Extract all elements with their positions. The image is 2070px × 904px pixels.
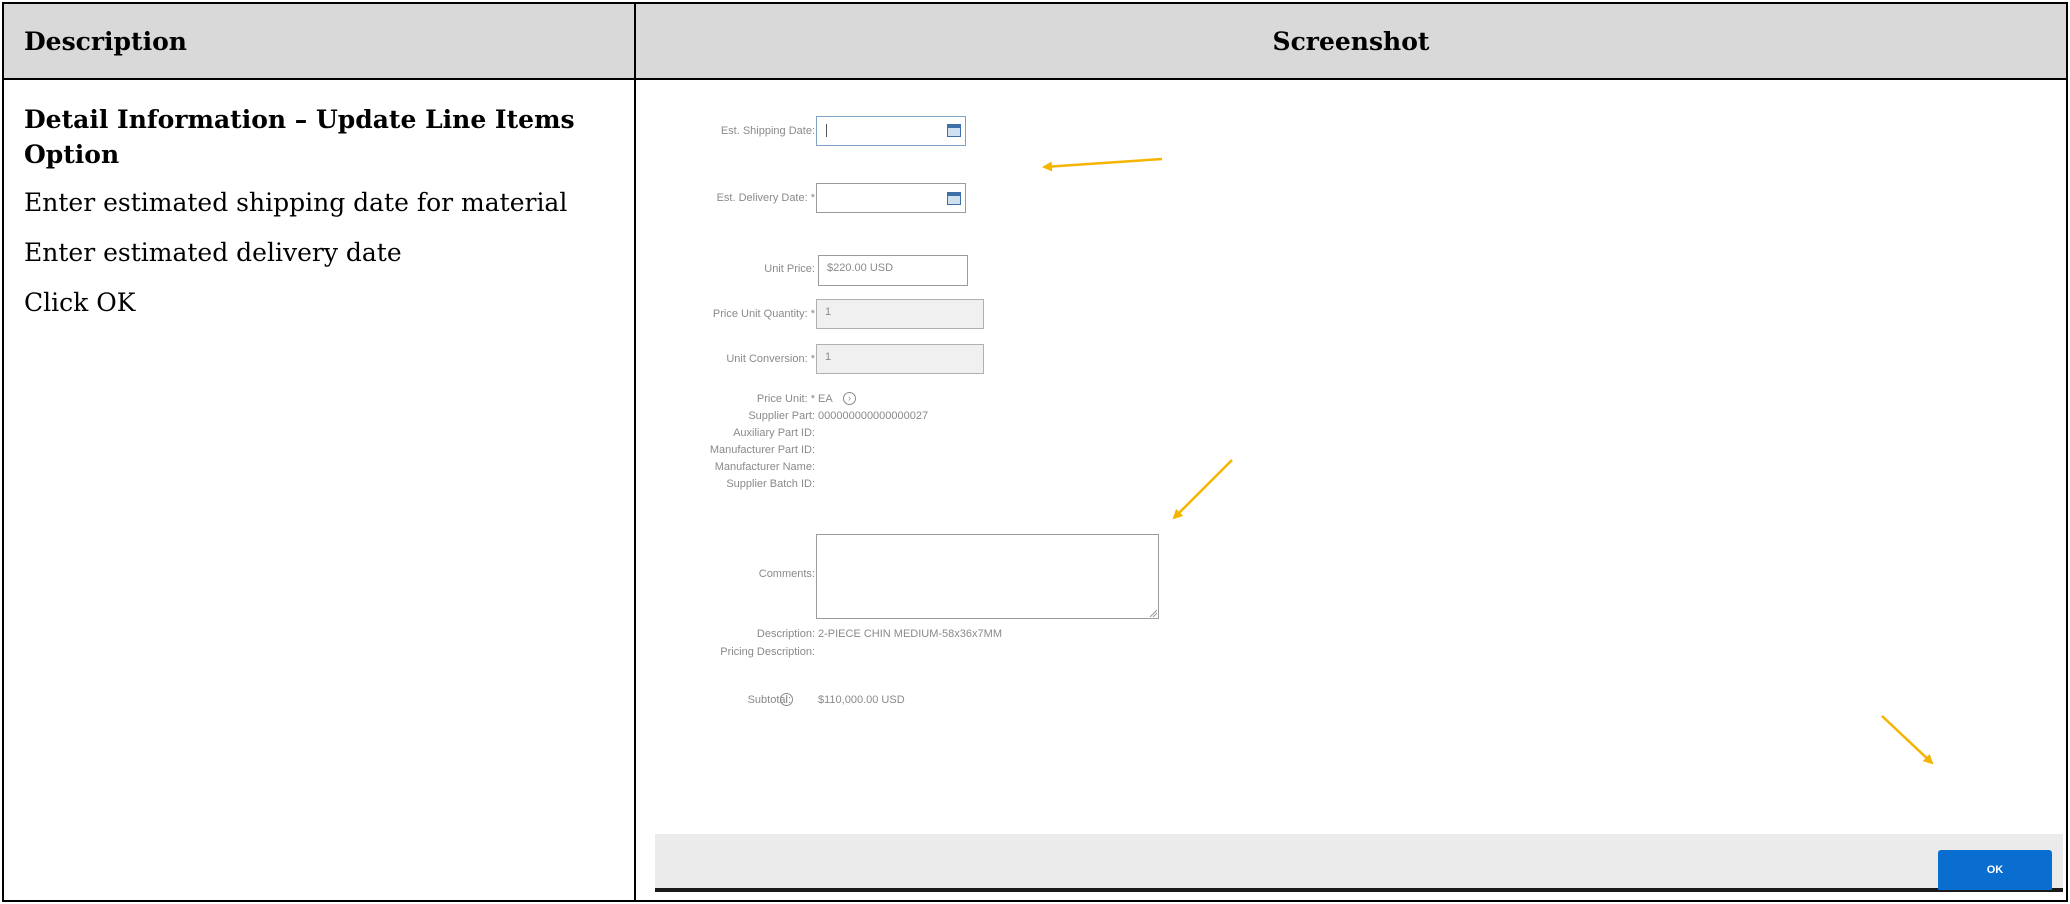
unit-conversion-label: Unit Conversion: *	[726, 353, 815, 365]
subtotal-value: $110,000.00 USD	[818, 694, 905, 706]
unit-price-input[interactable]: $220.00 USD	[818, 255, 968, 286]
ok-button[interactable]: OK	[1938, 850, 2052, 890]
unit-conversion-input[interactable]: 1	[816, 344, 984, 374]
annotation-arrow	[1881, 715, 1934, 765]
dialog-footer	[655, 834, 2063, 888]
step-instruction: Enter estimated shipping date for materi…	[24, 188, 568, 217]
annotation-arrow	[1042, 157, 1163, 172]
screenshot-header: Screenshot	[634, 2, 2068, 80]
embedded-screenshot: Est. Shipping Date: Est. Delivery Date: …	[636, 80, 2066, 900]
pricing-description-label: Pricing Description:	[720, 646, 815, 658]
description-label: Description:	[756, 628, 815, 640]
comments-textarea[interactable]	[816, 534, 1159, 619]
price-unit-label: Price Unit: *	[756, 393, 815, 405]
step-instruction: Enter estimated delivery date	[24, 238, 402, 267]
supplier-batch-id-label: Supplier Batch ID:	[726, 478, 815, 490]
description-cell: Detail Information – Update Line Items O…	[2, 78, 636, 902]
unit-price-label: Unit Price:	[764, 263, 815, 275]
description-value: 2-PIECE CHIN MEDIUM-58x36x7MM	[818, 628, 1002, 640]
calendar-icon[interactable]	[947, 124, 961, 137]
price-unit-info-icon[interactable]: ›	[843, 392, 856, 405]
step-instruction: Click OK	[24, 288, 136, 317]
annotation-arrow	[1172, 459, 1233, 520]
step-title: Detail Information – Update Line Items O…	[24, 105, 575, 169]
comments-label: Comments:	[758, 568, 815, 580]
price-unit-quantity-input[interactable]: 1	[816, 299, 984, 329]
price-unit-value: EA	[818, 393, 833, 405]
calendar-icon[interactable]	[947, 192, 961, 205]
delivery-date-label: Est. Delivery Date: *	[716, 192, 815, 204]
delivery-date-input[interactable]	[816, 183, 966, 213]
screenshot-cell: Est. Shipping Date: Est. Delivery Date: …	[634, 78, 2068, 902]
manufacturer-part-id-label: Manufacturer Part ID:	[709, 444, 815, 456]
supplier-part-value: 000000000000000027	[818, 410, 929, 422]
shipping-date-input[interactable]	[816, 116, 966, 146]
auxiliary-part-id-label: Auxiliary Part ID:	[733, 427, 815, 439]
price-unit-quantity-label: Price Unit Quantity: *	[712, 308, 815, 320]
supplier-part-label: Supplier Part:	[748, 410, 815, 422]
text-caret	[826, 124, 827, 137]
subtotal-info-icon[interactable]: i	[780, 693, 793, 706]
shipping-date-label: Est. Shipping Date:	[720, 125, 815, 137]
manufacturer-name-label: Manufacturer Name:	[714, 461, 815, 473]
resize-grip-icon[interactable]	[1149, 609, 1157, 617]
description-header: Description	[2, 2, 636, 80]
document-table: Description Screenshot Detail Informatio…	[2, 2, 2068, 902]
footer-divider	[655, 888, 2063, 892]
